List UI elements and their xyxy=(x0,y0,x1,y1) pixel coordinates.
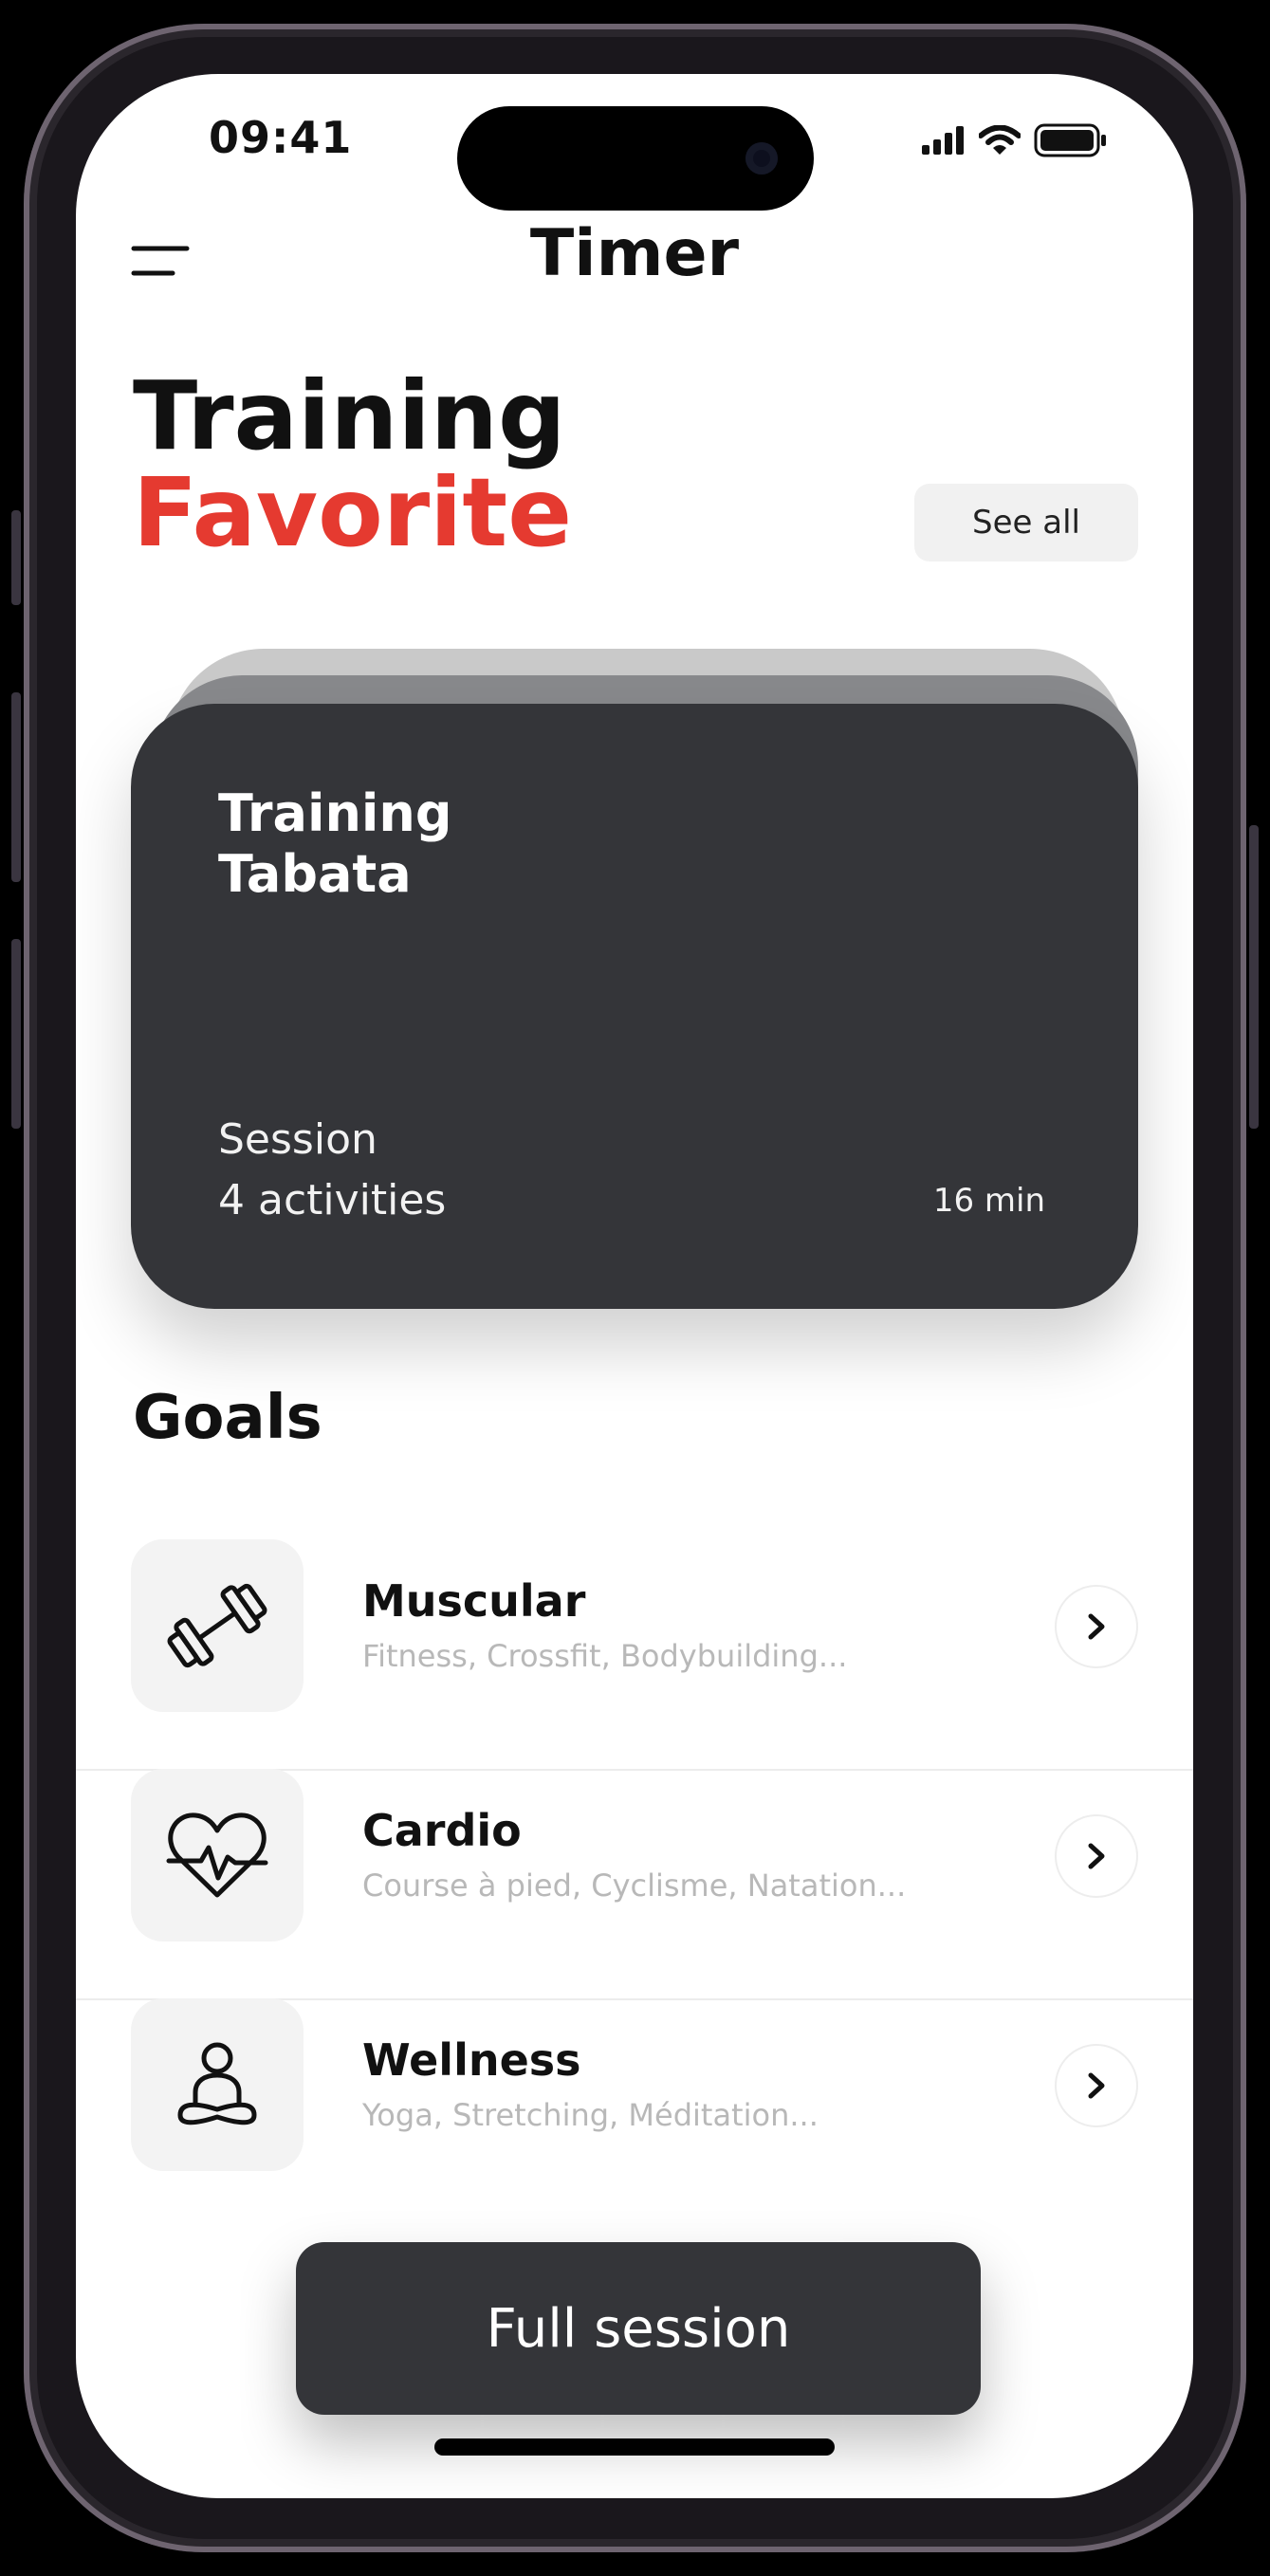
status-icons xyxy=(922,121,1108,159)
volume-up-button xyxy=(11,692,21,882)
meditation-icon xyxy=(177,2042,257,2125)
card-title-line2: Tabata xyxy=(218,844,412,904)
card-session-label: Session xyxy=(218,1115,377,1164)
goal-name: Muscular xyxy=(362,1575,586,1627)
home-indicator xyxy=(434,2438,835,2456)
favorites-heading-line1: Training xyxy=(133,360,566,471)
volume-down-button xyxy=(11,939,21,1129)
card-title-line1: Training xyxy=(218,783,452,843)
goal-description: Course à pied, Cyclisme, Natation... xyxy=(362,1868,907,1904)
chevron-right-icon[interactable] xyxy=(1055,1585,1138,1668)
card-activities-count: 4 activities xyxy=(218,1176,447,1224)
favorites-heading-line2: Favorite xyxy=(133,457,573,568)
cellular-signal-icon xyxy=(922,126,964,155)
favorites-heading: Training Favorite xyxy=(133,368,572,561)
power-button xyxy=(1249,825,1259,1129)
dynamic-island xyxy=(457,106,814,211)
action-button xyxy=(11,510,21,605)
camera-icon xyxy=(745,142,778,175)
goal-item-cardio[interactable]: Cardio Course à pied, Cyclisme, Natation… xyxy=(76,1769,1193,2000)
status-time: 09:41 xyxy=(209,112,353,163)
wifi-icon xyxy=(979,125,1021,155)
goal-description: Yoga, Stretching, Méditation... xyxy=(362,2097,819,2133)
battery-icon xyxy=(1034,123,1106,157)
goal-name: Cardio xyxy=(362,1805,522,1856)
chevron-right-icon[interactable] xyxy=(1055,1814,1138,1898)
heart-pulse-icon xyxy=(166,1812,268,1898)
goal-name: Wellness xyxy=(362,2034,581,2086)
chevron-right-icon[interactable] xyxy=(1055,2044,1138,2127)
goal-icon-box xyxy=(131,1539,304,1712)
card-duration: 16 min xyxy=(932,1182,1045,1220)
see-all-button[interactable]: See all xyxy=(914,484,1138,561)
goal-icon-box xyxy=(131,1769,304,1941)
goals-heading: Goals xyxy=(133,1383,322,1453)
card-subtitle: Session 4 activities xyxy=(218,1110,446,1231)
favorite-training-card[interactable]: Training Tabata Session 4 activities 16 … xyxy=(131,704,1138,1309)
full-session-button[interactable]: Full session xyxy=(296,2242,981,2415)
goal-item-wellness[interactable]: Wellness Yoga, Stretching, Méditation... xyxy=(76,1998,1193,2228)
dumbbell-icon xyxy=(167,1583,267,1668)
card-title: Training Tabata xyxy=(218,783,452,905)
goal-item-muscular[interactable]: Muscular Fitness, Crossfit, Bodybuilding… xyxy=(76,1539,1193,1771)
goal-description: Fitness, Crossfit, Bodybuilding... xyxy=(362,1638,848,1674)
goal-icon-box xyxy=(131,1998,304,2171)
app-screen: 09:41 Timer Training Favorite See all Tr… xyxy=(76,74,1193,2498)
page-title: Timer xyxy=(529,216,740,291)
